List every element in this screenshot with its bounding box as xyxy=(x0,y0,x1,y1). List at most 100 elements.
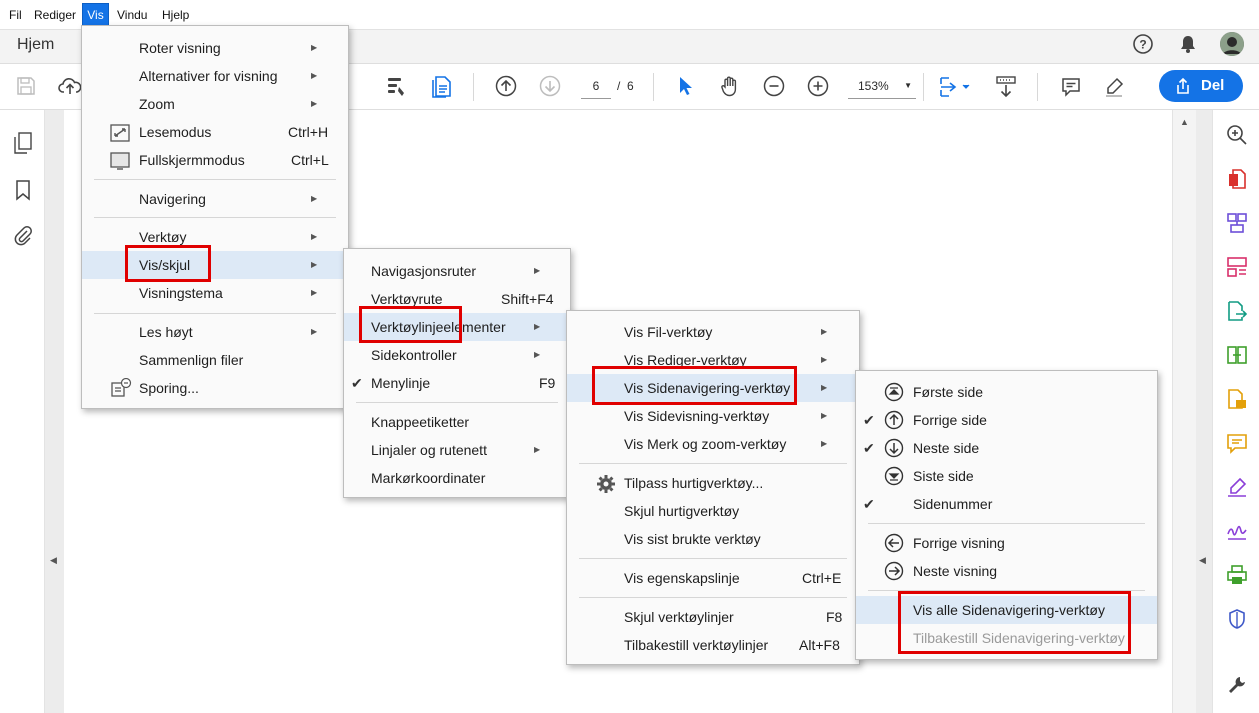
menu-item-sidekontroller[interactable]: Sidekontroller ▶ xyxy=(344,341,570,369)
next-view-icon xyxy=(884,561,904,590)
menu-item-verktoyrute[interactable]: Verktøyrute Shift+F4 xyxy=(344,285,570,313)
export-pdf-icon[interactable] xyxy=(1224,298,1250,324)
collapse-left-icon[interactable]: ◀ xyxy=(50,555,57,566)
menu-item-skjul-hurtigverktoy[interactable]: Skjul hurtigverktøy xyxy=(567,497,859,525)
page-fit-icon[interactable] xyxy=(937,74,973,100)
page-navigation-submenu: Første side ✔ Forrige side ✔ Neste side … xyxy=(855,370,1158,660)
comment-tool-icon[interactable] xyxy=(1224,430,1250,456)
menu-item-navigering[interactable]: Navigering ▶ xyxy=(82,185,348,213)
menu-item-visningstema[interactable]: Visningstema ▶ xyxy=(82,279,348,307)
submenu-arrow-icon: ▶ xyxy=(311,43,318,52)
bookmark-icon[interactable] xyxy=(11,177,35,203)
svg-text:?: ? xyxy=(1139,38,1146,52)
zoom-in-icon[interactable] xyxy=(806,74,830,98)
page-down-icon[interactable] xyxy=(538,74,562,98)
menu-separator xyxy=(579,597,847,598)
menu-item-fullskjermmodus[interactable]: Fullskjermmodus Ctrl+L xyxy=(82,146,348,174)
menu-item-label: Tilbakestill Sidenavigering-verktøy xyxy=(913,630,1125,646)
edit-pdf-icon[interactable] xyxy=(1224,342,1250,368)
menu-item-neste-visning[interactable]: Neste visning xyxy=(856,557,1157,585)
menu-item-sporing[interactable]: Sporing... xyxy=(82,374,348,402)
menu-item-vis-fil-verktoy[interactable]: Vis Fil-verktøy ▶ xyxy=(567,318,859,346)
menu-item-label: Tilpass hurtigverktøy... xyxy=(624,475,764,491)
comment-icon[interactable] xyxy=(1058,74,1084,100)
expand-right-icon[interactable]: ◀ xyxy=(1199,555,1206,566)
signature-pen-icon[interactable] xyxy=(1224,474,1250,500)
checkmark-icon: ✔ xyxy=(863,412,875,428)
menu-item-vis-egenskapslinje[interactable]: Vis egenskapslinje Ctrl+E xyxy=(567,564,859,592)
menu-item-label: Navigering xyxy=(139,191,206,207)
more-tools-wrench-icon[interactable] xyxy=(1224,672,1250,698)
menu-item-navigasjonsruter[interactable]: Navigasjonsruter ▶ xyxy=(344,257,570,285)
pages-thumbnail-icon[interactable] xyxy=(11,130,35,156)
scroll-up-icon[interactable]: ▲ xyxy=(1180,117,1189,127)
menu-item-tilpass-hurtigverktoy[interactable]: Tilpass hurtigverktøy... xyxy=(567,469,859,497)
zoom-select[interactable]: 153% ▼ xyxy=(848,77,916,99)
bell-icon[interactable] xyxy=(1176,32,1200,56)
menu-item-linjaler-og-rutenett[interactable]: Linjaler og rutenett ▶ xyxy=(344,436,570,464)
search-zoom-icon[interactable] xyxy=(1224,122,1250,148)
menu-item-forste-side[interactable]: Første side xyxy=(856,378,1157,406)
menu-item-lesemodus[interactable]: Lesemodus Ctrl+H xyxy=(82,118,348,146)
menu-item-zoom[interactable]: Zoom ▶ xyxy=(82,90,348,118)
avatar[interactable] xyxy=(1220,32,1244,56)
menu-item-vis-sidevisning-verktoy[interactable]: Vis Sidevisning-verktøy ▶ xyxy=(567,402,859,430)
menu-item-label: Neste visning xyxy=(913,563,998,579)
menu-item-siste-side[interactable]: Siste side xyxy=(856,462,1157,490)
menu-item-forrige-side[interactable]: ✔ Forrige side xyxy=(856,406,1157,434)
document-icon[interactable] xyxy=(430,74,454,100)
save-icon[interactable] xyxy=(14,74,38,98)
menu-item-les-hoyt[interactable]: Les høyt ▶ xyxy=(82,318,348,346)
menu-item-label: Skjul verktøylinjer xyxy=(624,609,734,625)
menu-item-vis-merk-og-zoom-verktoy[interactable]: Vis Merk og zoom-verktøy ▶ xyxy=(567,430,859,458)
menu-item-vis-sist-brukte-verktoy[interactable]: Vis sist brukte verktøy xyxy=(567,525,859,553)
menu-item-vis-sidenavigering-verktoy[interactable]: Vis Sidenavigering-verktøy ▶ xyxy=(567,374,859,402)
zoom-out-icon[interactable] xyxy=(762,74,786,98)
request-signature-icon[interactable] xyxy=(1224,518,1250,544)
menu-separator xyxy=(94,313,336,314)
hand-tool-icon[interactable] xyxy=(718,74,742,98)
menu-item-label: Vis/skjul xyxy=(139,257,191,273)
menu-item-forrige-visning[interactable]: Forrige visning xyxy=(856,529,1157,557)
menu-item-sidenummer[interactable]: ✔ Sidenummer xyxy=(856,490,1157,518)
cloud-upload-icon[interactable] xyxy=(57,74,83,98)
menu-shortcut: Ctrl+E xyxy=(802,570,842,586)
scroll-mode-icon[interactable] xyxy=(993,74,1019,100)
vertical-scrollbar[interactable]: ▲ xyxy=(1172,110,1196,713)
fill-sign-icon[interactable] xyxy=(1224,386,1250,412)
help-icon[interactable]: ? xyxy=(1131,32,1155,56)
page-up-icon[interactable] xyxy=(494,74,518,98)
menu-item-vis-rediger-verktoy[interactable]: Vis Rediger-verktøy ▶ xyxy=(567,346,859,374)
share-button[interactable]: Del xyxy=(1159,70,1243,102)
menu-item-neste-side[interactable]: ✔ Neste side xyxy=(856,434,1157,462)
menu-item-alternativer-for-visning[interactable]: Alternativer for visning ▶ xyxy=(82,62,348,90)
select-cursor-icon[interactable] xyxy=(674,74,698,98)
menu-vis[interactable]: Vis xyxy=(82,3,109,27)
attachment-icon[interactable] xyxy=(11,223,35,249)
menu-fil[interactable]: Fil xyxy=(9,0,22,30)
print-production-icon[interactable] xyxy=(1224,562,1250,588)
highlight-pen-icon[interactable] xyxy=(1101,74,1127,100)
menu-item-sammenlign-filer[interactable]: Sammenlign filer xyxy=(82,346,348,374)
tab-home[interactable]: Hjem xyxy=(17,36,54,54)
menu-item-markorkoordinater[interactable]: Markørkoordinater xyxy=(344,464,570,492)
menu-item-verktoylinjeelementer[interactable]: Verktøylinjeelementer ▶ xyxy=(344,313,570,341)
menu-item-roter-visning[interactable]: Roter visning ▶ xyxy=(82,34,348,62)
menu-item-menylinje[interactable]: ✔ Menylinje F9 xyxy=(344,369,570,397)
create-pdf-icon[interactable] xyxy=(1224,166,1250,192)
menu-item-verktoy[interactable]: Verktøy ▶ xyxy=(82,223,348,251)
menu-separator xyxy=(94,179,336,180)
organize-pages-icon[interactable] xyxy=(1224,254,1250,280)
combine-files-icon[interactable] xyxy=(1224,210,1250,236)
share-label: Del xyxy=(1201,77,1225,94)
menu-item-tilbakestill-verktoylinjer[interactable]: Tilbakestill verktøylinjer Alt+F8 xyxy=(567,631,859,659)
menu-item-vis-alle-sidenavigering-verktoy[interactable]: Vis alle Sidenavigering-verktøy xyxy=(856,596,1157,624)
page-number-input[interactable]: 6 xyxy=(581,77,611,99)
menu-rediger[interactable]: Rediger xyxy=(34,0,76,30)
menu-item-knappeetiketter[interactable]: Knappeetiketter xyxy=(344,408,570,436)
protect-shield-icon[interactable] xyxy=(1224,606,1250,632)
menu-item-skjul-verktoylinjer[interactable]: Skjul verktøylinjer F8 xyxy=(567,603,859,631)
menu-item-vis-skjul[interactable]: Vis/skjul ▶ xyxy=(82,251,348,279)
submenu-arrow-icon: ▶ xyxy=(821,383,828,392)
sign-icon[interactable] xyxy=(384,74,410,100)
